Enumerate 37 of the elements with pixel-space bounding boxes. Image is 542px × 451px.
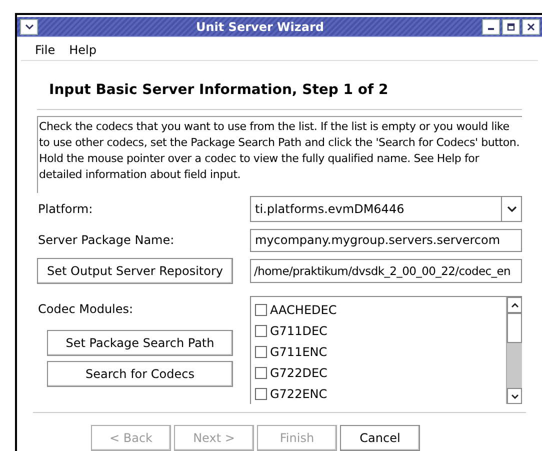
instructions-text: Check the codecs that you want to use from the list. If the list is empty or you would like to use other codecs, set the Package Search Path and click the 'Search for Codecs' button. Hold the mouse pointer over a codec to view the fully qualified name. See Help for detailed information about field input. [37,116,522,193]
field-label: Platform: [37,201,94,218]
platform-dropdown[interactable]: ti.platforms.evmDM6446 [250,196,522,222]
chevron-down-icon [506,206,516,212]
checkbox[interactable] [255,304,267,316]
close-icon [527,22,535,30]
repository-path-field[interactable]: /home/praktikum/dvsdk_2_00_00_22/codec_en [250,259,522,283]
maximize-button[interactable] [502,18,520,34]
scrollbar[interactable] [506,297,522,404]
scroll-down-icon [510,394,518,398]
codec-name[interactable]: G722ENC [270,384,328,402]
codec-name[interactable]: G722DEC [270,364,328,382]
scroll-thumb[interactable] [507,313,522,343]
chevron-down-icon [24,24,34,30]
menu-item[interactable]: Help [69,40,96,58]
wizard-button[interactable]: Cancel [340,425,420,451]
menu-item[interactable]: File [35,40,56,58]
codec-name[interactable]: G711ENC [270,342,328,360]
codec-name[interactable]: AACHEDEC [270,300,337,318]
codec-action-button[interactable]: Search for Codecs [47,361,233,387]
package-name-field[interactable]: mycompany.mygroup.servers.servercom [250,228,522,252]
checkbox[interactable] [255,346,267,358]
codec-action-button[interactable]: Set Package Search Path [47,330,233,356]
close-button[interactable] [522,18,540,34]
window-menu-button[interactable] [20,18,38,34]
set-repository-button[interactable]: Set Output Server Repository [37,258,233,284]
codec-name[interactable]: G711DEC [270,322,328,340]
checkbox[interactable] [255,324,267,336]
minimize-button[interactable] [482,18,500,34]
field-label: Codec Modules: [37,301,134,318]
scroll-up-icon [510,302,518,308]
checkbox[interactable] [255,366,267,378]
field-label: Server Package Name: [37,232,176,249]
checkbox[interactable] [255,388,267,400]
page-heading: Input Basic Server Information, Step 1 of 2 [49,82,388,98]
window-title: Unit Server Wizard [194,18,325,36]
maximize-icon [507,22,515,30]
